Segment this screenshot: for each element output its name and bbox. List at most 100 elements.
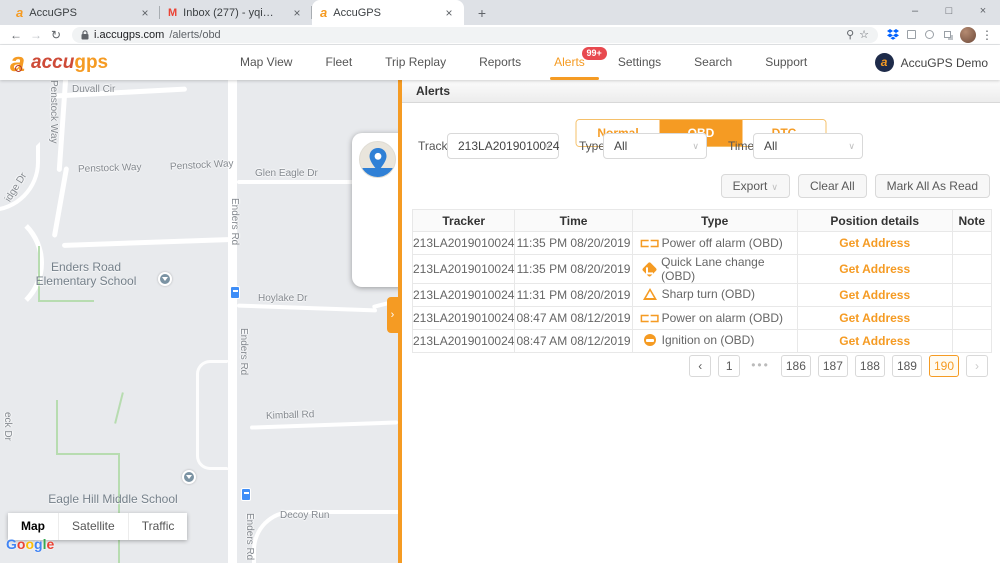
power-alarm-icon: ⊏⊐ [639, 236, 660, 250]
get-address-link[interactable]: Get Address [839, 288, 910, 302]
next-page-button[interactable]: › [966, 355, 988, 377]
transit-stop-icon[interactable] [230, 286, 240, 299]
alerts-count-badge: 99+ [581, 47, 607, 60]
minimize-button[interactable]: – [898, 0, 932, 25]
mark-all-read-button[interactable]: Mark All As Read [874, 174, 990, 198]
page-button-190-active[interactable]: 190 [928, 355, 959, 377]
browser-tab-accugps-active[interactable]: a AccuGPS × [312, 0, 464, 25]
tab-manager-extension-icon[interactable] [938, 31, 956, 38]
get-address-link[interactable]: Get Address [839, 236, 910, 250]
road-cul-de-sac [196, 360, 230, 470]
browser-menu-icon[interactable]: ⋮ [980, 28, 994, 42]
password-key-icon[interactable]: ⚲ [846, 28, 854, 41]
col-time: Time [514, 209, 633, 232]
street-label-duvall: Duvall Cir [72, 84, 116, 95]
bookmark-star-icon[interactable]: ☆ [859, 28, 869, 41]
back-icon[interactable]: ← [6, 28, 26, 42]
page-button-1[interactable]: 1 [718, 355, 741, 377]
school-poi-icon[interactable] [158, 272, 172, 286]
dropbox-extension-icon[interactable] [884, 29, 902, 40]
cell-type: Ignition on (OBD) [631, 329, 798, 353]
accugps-wordmark: accugps [31, 51, 109, 73]
lane-change-icon [641, 261, 658, 277]
user-menu[interactable]: a AccuGPS Demo [874, 53, 988, 72]
road-penstock-horizontal [61, 237, 231, 248]
type-select[interactable]: All ∨ [603, 133, 707, 159]
time-select[interactable]: All ∨ [753, 133, 863, 159]
browser-window: a AccuGPS × M Inbox (277) - yqi@accugps.… [0, 0, 1000, 563]
accugps-favicon-icon: a [320, 5, 328, 20]
street-label-penstock-vert: Penstock Way [48, 80, 59, 144]
traffic-button[interactable]: Traffic [127, 513, 188, 540]
table-row: 213LA2019010024 11:35 PM 08/20/2019 Quic… [411, 254, 993, 284]
school-poi-icon[interactable] [182, 470, 196, 484]
transit-stop-icon[interactable] [241, 488, 251, 501]
close-button[interactable]: × [966, 0, 1000, 25]
tab-close-icon[interactable]: × [290, 6, 304, 20]
nav-item-support[interactable]: Support [765, 45, 807, 80]
trail [56, 453, 120, 455]
prev-page-button[interactable]: ‹ [689, 355, 712, 377]
new-tab-button[interactable]: + [470, 1, 494, 25]
user-name: AccuGPS Demo [900, 55, 988, 70]
nav-item-map-view[interactable]: Map View [240, 45, 292, 80]
forward-icon[interactable]: → [26, 28, 46, 42]
cell-time: 11:35 PM 08/20/2019 [514, 231, 633, 255]
nav-item-fleet[interactable]: Fleet [325, 45, 352, 80]
poi-label-enders-school[interactable]: Enders Road Elementary School [22, 260, 150, 288]
tab-title: AccuGPS [29, 6, 77, 19]
tracker-popup-card[interactable] [352, 133, 398, 287]
screenshot-extension-icon[interactable] [902, 30, 920, 39]
export-button[interactable]: Export ∨ [720, 174, 790, 198]
table-header-row: Tracker Time Type Position details Note [411, 209, 993, 232]
road-kimball [249, 420, 398, 430]
accugps-logo-mark-icon: a [10, 47, 26, 77]
browser-tab-strip: a AccuGPS × M Inbox (277) - yqi@accugps.… [0, 0, 1000, 25]
get-address-link[interactable]: Get Address [839, 334, 910, 348]
nav-item-search[interactable]: Search [694, 45, 732, 80]
table-row: 213LA2019010024 11:35 PM 08/20/2019 ⊏⊐ Po… [411, 231, 993, 255]
accugps-logo[interactable]: a accugps [10, 49, 240, 76]
tracker-select[interactable]: 213LA2019010024 ∨ [447, 133, 559, 159]
cell-tracker: 213LA2019010024 [411, 283, 516, 307]
browser-tab-accugps-1[interactable]: a AccuGPS × [8, 0, 160, 25]
alerts-panel: Alerts Normal OBD DTC Tracker: 213LA2019… [402, 80, 1000, 563]
nav-item-reports[interactable]: Reports [479, 45, 521, 80]
chevron-right-icon: › [390, 309, 395, 321]
page-button-186[interactable]: 186 [780, 355, 811, 377]
browser-tab-gmail[interactable]: M Inbox (277) - yqi@accugps.com × [160, 0, 312, 25]
nav-item-alerts[interactable]: Alerts 99+ [550, 45, 607, 80]
browser-profile-avatar[interactable] [960, 26, 976, 43]
nav-item-settings[interactable]: Settings [618, 45, 661, 80]
get-address-link[interactable]: Get Address [839, 311, 910, 325]
alerts-table: Tracker Time Type Position details Note … [411, 209, 993, 353]
google-map[interactable]: Duvall Cir Penstock Way Penstock Way Pen… [0, 80, 398, 563]
url-input[interactable]: i.accugps.com/alerts/obd ⚲ ☆ [72, 26, 878, 43]
pagination: ‹ 1 ••• 186 187 188 189 190 › [689, 355, 988, 377]
chevron-down-icon: ∨ [848, 141, 855, 151]
col-note: Note [951, 209, 993, 232]
page-button-189[interactable]: 189 [891, 355, 922, 377]
page-button-187[interactable]: 187 [817, 355, 848, 377]
globe-extension-icon[interactable] [920, 30, 938, 39]
cell-type: Sharp turn (OBD) [631, 283, 798, 307]
clear-all-button[interactable]: Clear All [797, 174, 867, 198]
maximize-button[interactable]: □ [932, 0, 966, 25]
nav-item-trip-replay[interactable]: Trip Replay [385, 45, 446, 80]
col-type: Type [631, 209, 798, 232]
road-enders-rd [228, 80, 237, 563]
reload-icon[interactable]: ↻ [46, 28, 66, 42]
trail [114, 392, 124, 424]
get-address-link[interactable]: Get Address [839, 262, 910, 276]
tab-close-icon[interactable]: × [138, 6, 152, 20]
poi-label-eagle-hill[interactable]: Eagle Hill Middle School [38, 492, 188, 506]
road-penstock-curve [51, 166, 70, 238]
panel-collapse-toggle[interactable]: › [387, 297, 398, 333]
app-navbar: a accugps Map View Fleet Trip Replay Rep… [0, 45, 1000, 80]
page-button-188[interactable]: 188 [854, 355, 885, 377]
street-label-enders-1: Enders Rd [229, 198, 240, 246]
street-label-penstock-2: Penstock Way [169, 158, 234, 173]
cell-tracker: 213LA2019010024 [411, 329, 516, 353]
satellite-button[interactable]: Satellite [58, 513, 128, 540]
tab-close-icon[interactable]: × [442, 6, 456, 20]
